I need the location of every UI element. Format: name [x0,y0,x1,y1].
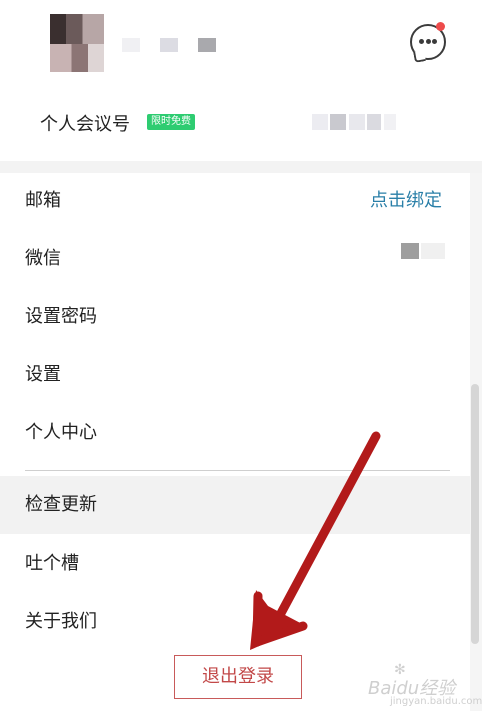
menu-item-check-update[interactable]: 检查更新 [0,476,470,534]
menu-item-set-password[interactable]: 设置密码 [0,288,470,346]
notification-badge [436,22,445,31]
menu-item-wechat[interactable]: 微信 [0,230,470,288]
menu-item-email[interactable]: 邮箱 点击绑定 [0,172,470,230]
menu-divider [25,470,450,471]
menu-item-about[interactable]: 关于我们 [0,593,470,651]
logout-button[interactable]: 退出登录 [174,655,302,699]
menu-item-feedback[interactable]: 吐个槽 [0,535,470,593]
free-badge: 限时免费 [147,114,195,130]
scrollbar-thumb[interactable] [471,384,479,644]
wechat-name-redacted [421,243,445,259]
meeting-id-redacted [349,114,365,130]
watermark: ✻ Baidu经验 jingyan.baidu.com [368,660,482,708]
username-redacted [160,38,178,52]
avatar[interactable] [50,14,104,72]
menu-item-personal-center[interactable]: 个人中心 [0,404,470,462]
watermark-subtext: jingyan.baidu.com [390,696,482,707]
menu-item-label: 关于我们 [25,611,97,632]
menu-item-label: 微信 [25,248,61,269]
username-redacted [122,38,140,52]
menu-item-label: 邮箱 [25,190,61,211]
meeting-id-redacted [367,114,381,130]
personal-meeting-id-label: 个人会议号 [40,114,130,135]
wechat-name-redacted [401,243,419,259]
menu-item-label: 吐个槽 [25,553,79,574]
username-redacted [198,38,216,52]
menu-item-label: 个人中心 [25,422,97,443]
menu-item-settings[interactable]: 设置 [0,346,470,404]
meeting-id-redacted [330,114,346,130]
bind-email-link[interactable]: 点击绑定 [370,172,442,230]
meeting-id-redacted [384,114,396,130]
meeting-id-redacted [312,114,328,130]
menu-item-label: 检查更新 [25,494,97,515]
menu-item-label: 设置 [25,364,61,385]
account-panel: 个人会议号 限时免费 邮箱 点击绑定 微信 设置密码 设置 个人中心 检查更新 … [0,0,482,711]
menu-item-label: 设置密码 [25,306,97,327]
